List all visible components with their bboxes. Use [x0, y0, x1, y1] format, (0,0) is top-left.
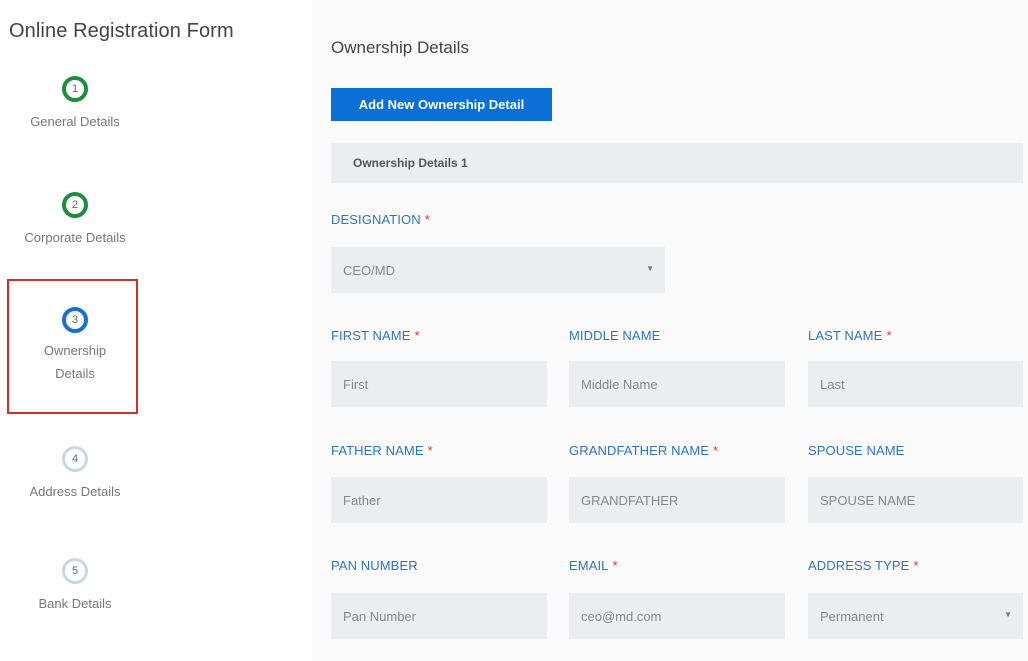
step-corporate-details[interactable]: 2 Corporate Details: [0, 192, 150, 249]
middle-name-value: Middle Name: [581, 376, 658, 392]
step-2-indicator: 2: [62, 192, 88, 218]
step-2-label: Corporate Details: [24, 230, 126, 245]
step-1-label: General Details: [30, 114, 120, 129]
step-address-details[interactable]: 4 Address Details: [0, 446, 150, 503]
designation-label: DESIGNATION *: [331, 212, 430, 227]
last-name-label-text: LAST NAME: [808, 328, 883, 343]
step-5-label: Bank Details: [38, 596, 112, 611]
step-5-indicator: 5: [62, 558, 88, 584]
step-4-number: 4: [71, 453, 79, 465]
father-name-label-text: FATHER NAME: [331, 443, 424, 458]
middle-name-input[interactable]: Middle Name: [569, 361, 785, 407]
spouse-name-input[interactable]: SPOUSE NAME: [808, 477, 1023, 523]
first-name-label: FIRST NAME *: [331, 328, 420, 343]
last-name-value: Last: [820, 376, 845, 392]
father-name-value: Father: [343, 492, 381, 508]
step-1-number: 1: [71, 83, 79, 95]
ownership-panel-header[interactable]: Ownership Details 1: [331, 143, 1023, 183]
father-name-label: FATHER NAME *: [331, 443, 433, 458]
pan-number-label-text: PAN NUMBER: [331, 558, 418, 573]
step-2-number: 2: [71, 199, 79, 211]
pan-number-value: Pan Number: [343, 608, 416, 624]
step-3-label-line1: Ownership: [43, 343, 107, 358]
required-marker: *: [913, 558, 919, 573]
grandfather-name-label: GRANDFATHER NAME *: [569, 443, 718, 458]
step-ownership-details[interactable]: 3 Ownership Details: [0, 307, 150, 385]
stepper-sidebar: Online Registration Form 1 General Detai…: [0, 0, 234, 661]
last-name-label: LAST NAME *: [808, 328, 892, 343]
step-bank-details[interactable]: 5 Bank Details: [0, 558, 150, 615]
email-label-text: EMAIL: [569, 558, 609, 573]
required-marker: *: [414, 328, 420, 343]
spouse-name-label-text: SPOUSE NAME: [808, 443, 905, 458]
step-4-label: Address Details: [29, 484, 121, 499]
middle-name-label: MIDDLE NAME: [569, 328, 660, 343]
grandfather-name-label-text: GRANDFATHER NAME: [569, 443, 710, 458]
step-5-number: 5: [71, 565, 79, 577]
step-3-label-line2: Details: [55, 366, 95, 381]
add-ownership-button[interactable]: Add New Ownership Detail: [331, 88, 552, 121]
step-3-label: Ownership Details: [0, 339, 150, 385]
spouse-name-label: SPOUSE NAME: [808, 443, 904, 458]
email-value: ceo@md.com: [581, 608, 662, 624]
required-marker: *: [713, 443, 719, 458]
section-title: Ownership Details: [331, 38, 469, 57]
step-4-indicator: 4: [62, 446, 88, 472]
step-3-indicator: 3: [62, 307, 88, 333]
address-type-label: ADDRESS TYPE *: [808, 558, 919, 573]
last-name-input[interactable]: Last: [808, 361, 1023, 407]
grandfather-name-value: GRANDFATHER: [581, 492, 679, 508]
first-name-value: First: [343, 376, 369, 392]
pan-number-input[interactable]: Pan Number: [331, 593, 547, 639]
step-general-details[interactable]: 1 General Details: [0, 76, 150, 133]
dropdown-caret-icon: ▼: [1004, 610, 1012, 619]
required-marker: *: [424, 212, 430, 227]
step-1-indicator: 1: [62, 76, 88, 102]
dropdown-caret-icon: ▼: [646, 264, 654, 273]
father-name-input[interactable]: Father: [331, 477, 547, 523]
first-name-input[interactable]: First: [331, 361, 547, 407]
email-label: EMAIL *: [569, 558, 618, 573]
middle-name-label-text: MIDDLE NAME: [569, 328, 661, 343]
required-marker: *: [612, 558, 618, 573]
pan-number-label: PAN NUMBER: [331, 558, 418, 573]
designation-select[interactable]: CEO/MD ▼: [331, 247, 665, 293]
grandfather-name-input[interactable]: GRANDFATHER: [569, 477, 785, 523]
step-3-number: 3: [71, 314, 79, 326]
designation-value: CEO/MD: [343, 262, 395, 278]
address-type-select[interactable]: Permanent ▼: [808, 593, 1023, 639]
panel-title: Ownership Details 1: [353, 156, 468, 170]
required-marker: *: [886, 328, 892, 343]
designation-label-text: DESIGNATION: [331, 212, 421, 227]
address-type-label-text: ADDRESS TYPE: [808, 558, 910, 573]
first-name-label-text: FIRST NAME: [331, 328, 411, 343]
email-input[interactable]: ceo@md.com: [569, 593, 785, 639]
spouse-name-value: SPOUSE NAME: [820, 492, 916, 508]
app-title: Online Registration Form: [9, 20, 234, 42]
address-type-value: Permanent: [820, 608, 884, 624]
required-marker: *: [427, 443, 433, 458]
